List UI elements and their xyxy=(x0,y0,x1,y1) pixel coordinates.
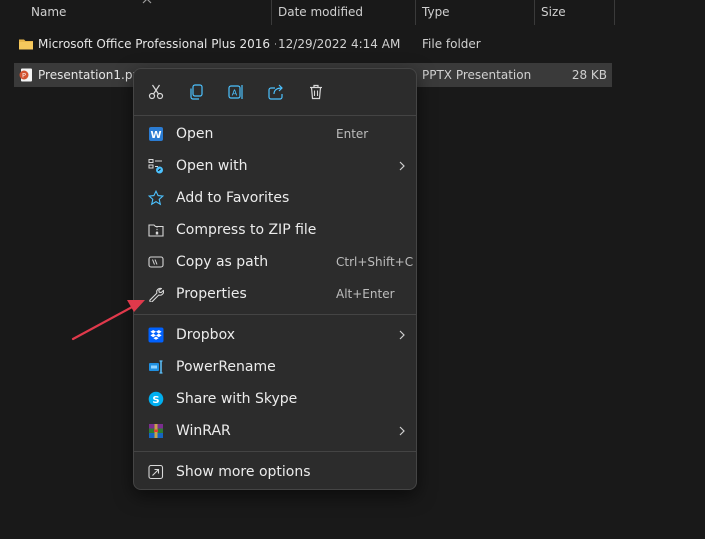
annotation-arrow xyxy=(71,300,145,341)
